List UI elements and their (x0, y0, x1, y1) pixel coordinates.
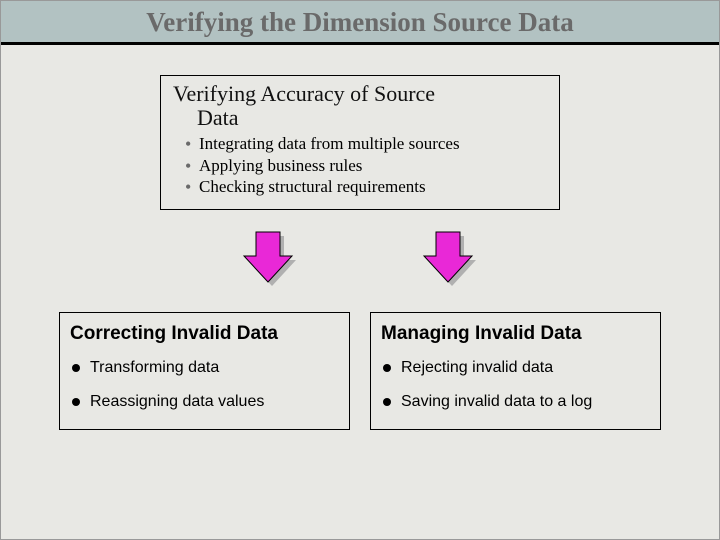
verify-accuracy-box: Verifying Accuracy of Source Data Integr… (160, 75, 560, 210)
down-arrow-icon (240, 228, 296, 286)
list-item: Integrating data from multiple sources (185, 134, 549, 154)
content-area: Verifying Accuracy of Source Data Integr… (1, 45, 719, 450)
list-item: Saving invalid data to a log (381, 393, 650, 411)
verify-accuracy-list: Integrating data from multiple sources A… (171, 134, 549, 197)
header-bar: Verifying the Dimension Source Data (1, 1, 719, 42)
list-item: Applying business rules (185, 156, 549, 176)
managing-list: Rejecting invalid data Saving invalid da… (381, 359, 650, 411)
verify-accuracy-title: Verifying Accuracy of Source Data (171, 82, 549, 130)
managing-box: Managing Invalid Data Rejecting invalid … (370, 312, 661, 430)
list-item: Transforming data (70, 359, 339, 377)
bottom-row: Correcting Invalid Data Transforming dat… (51, 312, 669, 430)
down-arrow-icon (420, 228, 476, 286)
list-item: Checking structural requirements (185, 177, 549, 197)
down-arrow-left (240, 228, 300, 290)
arrow-row (51, 228, 669, 290)
down-arrow-right (420, 228, 480, 290)
list-item: Rejecting invalid data (381, 359, 650, 377)
managing-title: Managing Invalid Data (381, 323, 650, 345)
correcting-list: Transforming data Reassigning data value… (70, 359, 339, 411)
list-item: Reassigning data values (70, 393, 339, 411)
slide: Verifying the Dimension Source Data Veri… (0, 0, 720, 540)
page-title: Verifying the Dimension Source Data (1, 7, 719, 38)
correcting-box: Correcting Invalid Data Transforming dat… (59, 312, 350, 430)
title-line-2: Data (173, 106, 549, 130)
correcting-title: Correcting Invalid Data (70, 323, 339, 345)
title-line-1: Verifying Accuracy of Source (173, 81, 435, 106)
